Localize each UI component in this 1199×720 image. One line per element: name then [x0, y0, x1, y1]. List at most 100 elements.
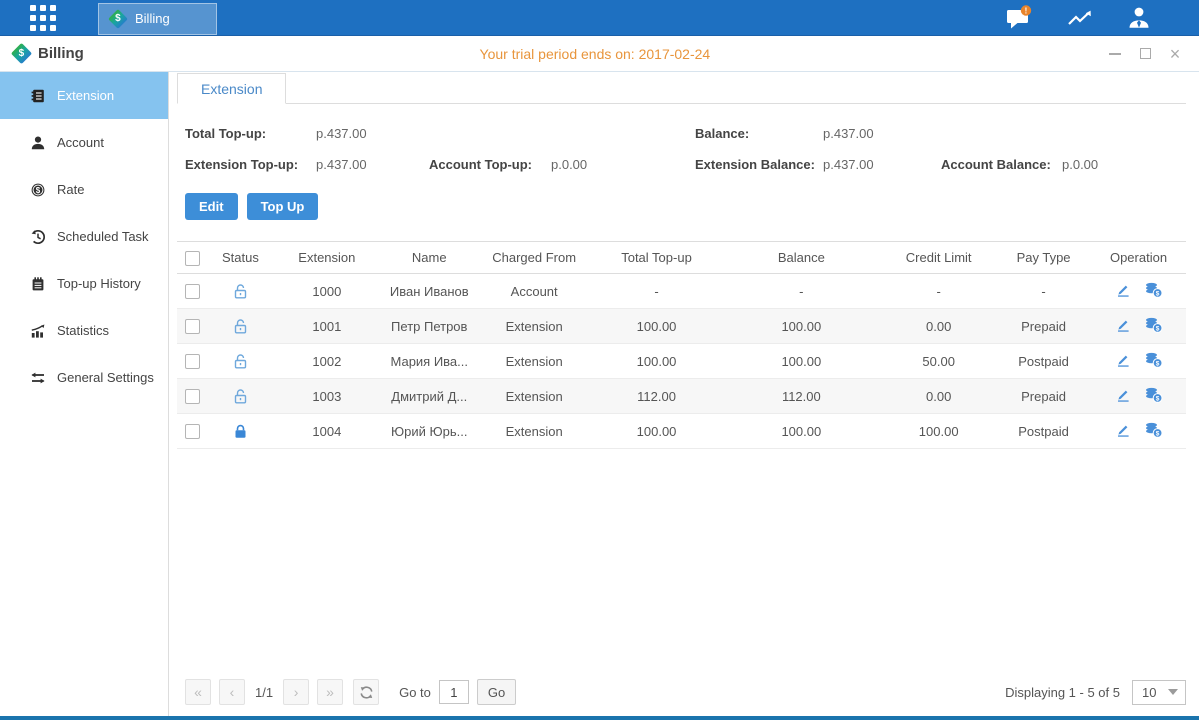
- row-checkbox[interactable]: [185, 319, 200, 334]
- trial-notice: Your trial period ends on: 2017-02-24: [480, 46, 711, 62]
- goto-page-input[interactable]: [439, 680, 469, 704]
- topup-coins-icon[interactable]: $: [1144, 422, 1163, 438]
- chevron-down-icon: [1168, 689, 1178, 695]
- sidebar-item-account[interactable]: Account: [0, 119, 168, 166]
- cell-charged-from: Extension: [477, 309, 592, 344]
- topup-coins-icon[interactable]: $: [1144, 387, 1163, 403]
- next-page-button[interactable]: ›: [283, 679, 309, 705]
- sidebar-item-scheduled-task[interactable]: Scheduled Task: [0, 213, 168, 260]
- edit-button[interactable]: Edit: [185, 193, 238, 220]
- cell-balance: 100.00: [721, 309, 881, 344]
- cell-extension: 1002: [272, 344, 382, 379]
- page-size-select[interactable]: 10: [1132, 680, 1186, 705]
- user-account-icon[interactable]: [1127, 6, 1151, 30]
- cell-total-topup: 100.00: [592, 344, 722, 379]
- topup-coins-icon[interactable]: $: [1144, 317, 1163, 333]
- balance-label: Balance:: [695, 126, 823, 141]
- prev-page-button[interactable]: ‹: [219, 679, 245, 705]
- edit-icon[interactable]: [1115, 317, 1131, 333]
- svg-text:$: $: [1155, 360, 1159, 367]
- cell-total-topup: -: [592, 274, 722, 309]
- sidebar-item-rate[interactable]: $ Rate: [0, 166, 168, 213]
- cell-name: Мария Ива...: [382, 344, 477, 379]
- svg-text:$: $: [35, 186, 40, 195]
- page-size-value: 10: [1133, 685, 1156, 700]
- go-button[interactable]: Go: [477, 679, 516, 705]
- balance-summary: Total Top-up: p.437.00 Extension Top-up:…: [185, 118, 1186, 180]
- cell-balance: 100.00: [721, 344, 881, 379]
- svg-text:$: $: [1155, 430, 1159, 437]
- history-clock-icon: [29, 229, 46, 245]
- table-header-row: Status Extension Name Charged From Total…: [177, 242, 1186, 274]
- cell-credit-limit: 0.00: [881, 309, 996, 344]
- edit-icon[interactable]: [1115, 387, 1131, 403]
- sidebar-item-statistics[interactable]: Statistics: [0, 307, 168, 354]
- minimize-icon[interactable]: [1107, 46, 1123, 62]
- edit-icon[interactable]: [1115, 352, 1131, 368]
- cell-extension: 1003: [272, 379, 382, 414]
- edit-icon[interactable]: [1115, 282, 1131, 298]
- account-person-icon: [29, 135, 46, 151]
- sidebar-item-general-settings[interactable]: General Settings: [0, 354, 168, 401]
- cell-pay-type: Prepaid: [996, 309, 1091, 344]
- cell-credit-limit: 100.00: [881, 414, 996, 449]
- maximize-icon[interactable]: [1137, 46, 1153, 62]
- svg-text:$: $: [1155, 290, 1159, 297]
- billing-dollar-icon: $: [11, 43, 32, 64]
- settings-sliders-icon: [29, 370, 46, 386]
- refresh-icon[interactable]: [353, 679, 379, 705]
- top-up-button[interactable]: Top Up: [247, 193, 319, 220]
- last-page-button[interactable]: »: [317, 679, 343, 705]
- col-operation: Operation: [1091, 242, 1186, 274]
- total-topup-label: Total Top-up:: [185, 126, 316, 141]
- topup-coins-icon[interactable]: $: [1144, 282, 1163, 298]
- svg-text:$: $: [1155, 395, 1159, 402]
- cell-name: Юрий Юрь...: [382, 414, 477, 449]
- row-checkbox[interactable]: [185, 389, 200, 404]
- select-all-checkbox[interactable]: [185, 251, 200, 266]
- cell-name: Дмитрий Д...: [382, 379, 477, 414]
- extensions-table: Status Extension Name Charged From Total…: [177, 241, 1186, 449]
- pagination-bar: « ‹ 1/1 › » Go to Go Displaying: [177, 678, 1186, 716]
- unlocked-icon: [232, 283, 249, 300]
- displaying-text: Displaying 1 - 5 of 5: [1005, 685, 1120, 700]
- row-checkbox[interactable]: [185, 354, 200, 369]
- cell-name: Петр Петров: [382, 309, 477, 344]
- application-window: $ Billing ! $ Billing: [0, 0, 1199, 720]
- cell-credit-limit: 0.00: [881, 379, 996, 414]
- cell-pay-type: Prepaid: [996, 379, 1091, 414]
- page-indicator: 1/1: [255, 685, 273, 700]
- topup-coins-icon[interactable]: $: [1144, 352, 1163, 368]
- cell-pay-type: Postpaid: [996, 414, 1091, 449]
- table-row: 1004 Юрий Юрь... Extension 100.00 100.00…: [177, 414, 1186, 449]
- cell-total-topup: 100.00: [592, 414, 722, 449]
- statistics-bars-icon: [29, 323, 46, 339]
- unlocked-icon: [232, 318, 249, 335]
- first-page-button[interactable]: «: [185, 679, 211, 705]
- total-topup-value: p.437.00: [316, 126, 367, 141]
- extension-book-icon: [29, 88, 46, 104]
- taskbar-tab-billing[interactable]: $ Billing: [98, 3, 217, 35]
- row-checkbox[interactable]: [185, 424, 200, 439]
- extension-balance-label: Extension Balance:: [695, 157, 823, 172]
- cell-balance: 112.00: [721, 379, 881, 414]
- cell-credit-limit: 50.00: [881, 344, 996, 379]
- goto-label: Go to: [399, 685, 431, 700]
- sidebar-item-topup-history[interactable]: Top-up History: [0, 260, 168, 307]
- reports-chart-icon[interactable]: [1067, 7, 1093, 29]
- sidebar-item-extension[interactable]: Extension: [0, 72, 168, 119]
- table-row: 1001 Петр Петров Extension 100.00 100.00…: [177, 309, 1186, 344]
- app-launcher-icon[interactable]: [30, 5, 56, 31]
- edit-icon[interactable]: [1115, 422, 1131, 438]
- close-icon[interactable]: ×: [1167, 46, 1183, 62]
- extension-topup-label: Extension Top-up:: [185, 157, 316, 172]
- col-total-topup: Total Top-up: [592, 242, 722, 274]
- cell-extension: 1001: [272, 309, 382, 344]
- unlocked-icon: [232, 388, 249, 405]
- tab-extension[interactable]: Extension: [177, 73, 286, 104]
- row-checkbox[interactable]: [185, 284, 200, 299]
- col-credit-limit: Credit Limit: [881, 242, 996, 274]
- messages-icon[interactable]: !: [1006, 5, 1033, 30]
- window-title-bar: $ Billing Your trial period ends on: 201…: [0, 36, 1199, 72]
- table-row: 1002 Мария Ива... Extension 100.00 100.0…: [177, 344, 1186, 379]
